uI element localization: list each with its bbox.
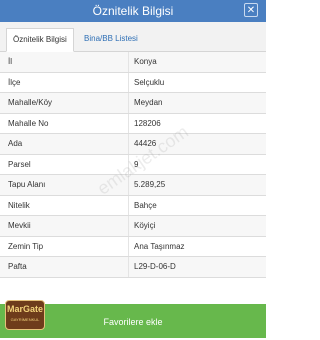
table-row: Zemin Tip Ana Taşınmaz (0, 236, 266, 257)
table-row: Mahalle No 128206 (0, 113, 266, 134)
close-icon[interactable]: ✕ (244, 3, 258, 17)
row-key: Ada (8, 139, 23, 148)
row-value: Selçuklu (134, 77, 165, 87)
row-value: 5.289,25 (134, 180, 166, 189)
table-row: Tapu Alanı 5.289,25 (0, 175, 266, 196)
row-value: 44426 (134, 139, 157, 148)
row-value: Meydan (134, 98, 163, 107)
table-row: Mevkii Köyiçi (0, 216, 266, 237)
row-value: Bahçe (134, 200, 157, 210)
row-value: Ana Taşınmaz (134, 241, 185, 251)
row-value: L29-D-06-D (134, 262, 176, 271)
row-value: Konya (134, 57, 157, 66)
row-key: İlçe (8, 77, 21, 87)
row-key: Zemin Tip (8, 241, 44, 251)
row-key: Mahalle/Köy (8, 98, 53, 107)
table-row: İl Konya (0, 52, 266, 73)
attribute-table: İl Konya İlçe Selçuklu Mahalle/Köy Meydan M… (0, 52, 266, 278)
row-value: Köyiçi (134, 221, 156, 230)
table-row: İlçe Selçuklu (0, 72, 266, 93)
row-key: İl (8, 57, 12, 66)
tab-bar: Öznitelik Bilgisi Bina/BB Listesi (0, 22, 266, 52)
row-key: Mevkii (8, 221, 31, 230)
row-value: 128206 (134, 118, 161, 128)
row-key: Parsel (8, 159, 31, 169)
row-key: Mahalle No (8, 118, 49, 128)
window-title: Öznitelik Bilgisi (92, 4, 174, 18)
row-key: Nitelik (8, 200, 30, 210)
logo-line2: GAYRİMENKUL (10, 317, 40, 322)
row-key: Tapu Alanı (8, 180, 46, 189)
row-key: Pafta (8, 262, 27, 271)
table-row: Parsel 9 (0, 154, 266, 175)
tab-building-list[interactable]: Bina/BB Listesi (78, 28, 144, 52)
table-row: Ada 44426 (0, 134, 266, 155)
row-value: 9 (134, 159, 139, 169)
logo-line1: MarGate (6, 304, 43, 314)
window-title-bar: Öznitelik Bilgisi ✕ (0, 0, 266, 22)
agency-logo: MarGate GAYRİMENKUL (5, 300, 45, 330)
tab-attribute-info[interactable]: Öznitelik Bilgisi (6, 28, 74, 52)
table-row: Pafta L29-D-06-D (0, 257, 266, 278)
table-row: Nitelik Bahçe (0, 195, 266, 216)
table-row: Mahalle/Köy Meydan (0, 93, 266, 114)
